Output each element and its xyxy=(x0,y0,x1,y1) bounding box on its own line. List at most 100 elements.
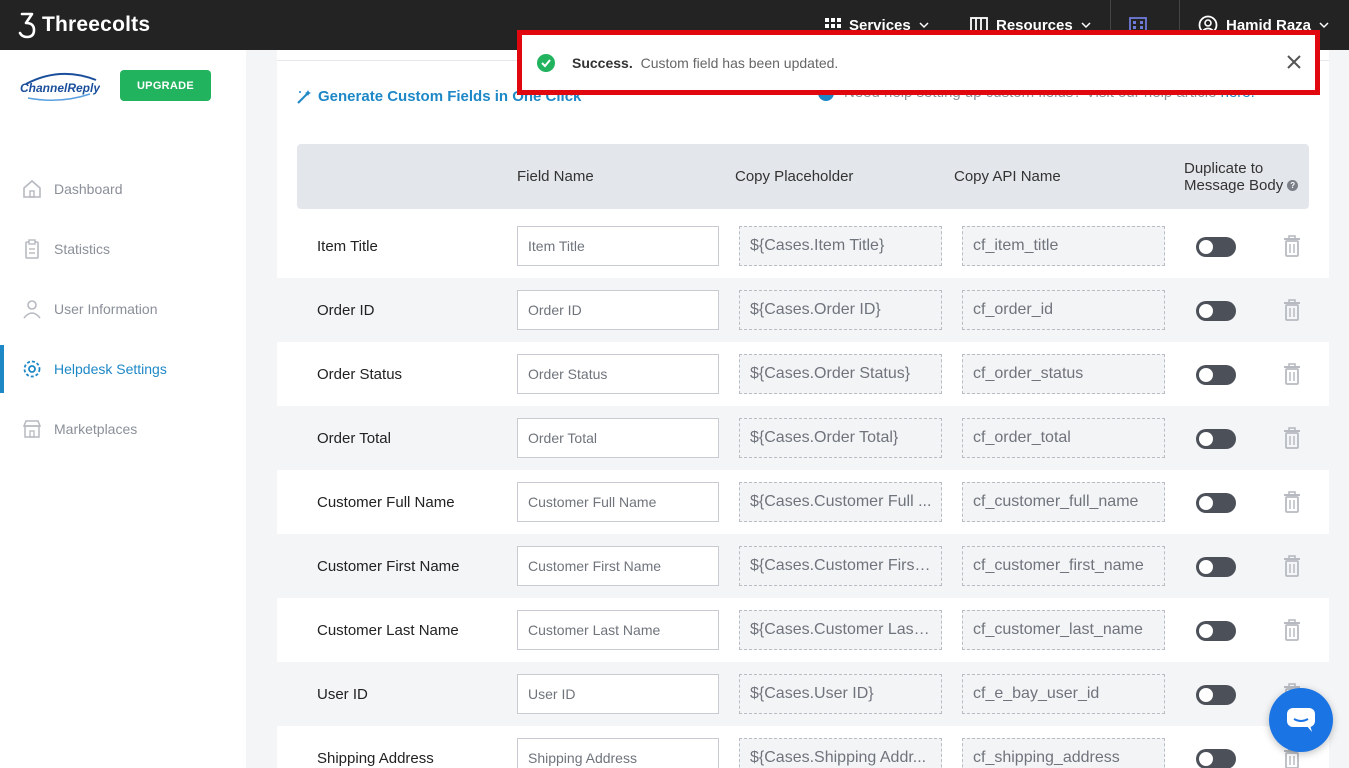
copy-placeholder-text: ${Cases.Order ID} xyxy=(750,301,881,318)
copy-api-name-box[interactable]: cf_order_status xyxy=(962,354,1165,394)
duplicate-toggle[interactable] xyxy=(1196,237,1236,257)
gear-icon xyxy=(23,360,41,378)
copy-placeholder-text: ${Cases.Order Total} xyxy=(750,429,899,446)
field-label: Customer Last Name xyxy=(317,621,459,639)
duplicate-toggle[interactable] xyxy=(1196,429,1236,449)
field-label: Order Total xyxy=(317,429,391,447)
custom-fields-panel: Generate Custom Fields in One Click Need… xyxy=(277,50,1329,768)
duplicate-toggle[interactable] xyxy=(1196,621,1236,641)
chat-button[interactable] xyxy=(1269,688,1333,752)
copy-api-name-box[interactable]: cf_order_id xyxy=(962,290,1165,330)
duplicate-toggle[interactable] xyxy=(1196,365,1236,385)
clipboard-icon xyxy=(25,239,39,259)
channelreply-logo[interactable]: ChannelReply xyxy=(20,70,100,106)
copy-api-name-box[interactable]: cf_e_bay_user_id xyxy=(962,674,1165,714)
copy-api-name-box[interactable]: cf_shipping_address xyxy=(962,738,1165,768)
duplicate-toggle[interactable] xyxy=(1196,493,1236,513)
brand[interactable]: Threecolts xyxy=(18,10,150,40)
column-header-copy-api-name: Copy API Name xyxy=(954,168,1061,185)
copy-placeholder-box[interactable]: ${Cases.Order Total} xyxy=(739,418,942,458)
duplicate-toggle[interactable] xyxy=(1196,301,1236,321)
copy-api-name-text: cf_shipping_address xyxy=(973,749,1120,766)
column-header-copy-placeholder: Copy Placeholder xyxy=(735,168,854,185)
copy-placeholder-box[interactable]: ${Cases.Order Status} xyxy=(739,354,942,394)
toast-title: Success. xyxy=(572,54,633,71)
table-row: Order Status Order Status ${Cases.Order St… xyxy=(277,342,1329,406)
sidebar-item-helpdesk-settings[interactable]: Helpdesk Settings xyxy=(0,345,246,393)
copy-placeholder-box[interactable]: ${Cases.Item Title} xyxy=(739,226,942,266)
field-label: Customer Full Name xyxy=(317,493,455,511)
sidebar-item-label: Helpdesk Settings xyxy=(54,361,167,377)
toast-message: Custom field has been updated. xyxy=(640,54,839,71)
field-name-input[interactable]: Customer Full Name xyxy=(517,482,719,522)
duplicate-header-line1: Duplicate to xyxy=(1184,159,1264,177)
trash-icon[interactable] xyxy=(1283,555,1301,577)
sidebar-item-marketplaces[interactable]: Marketplaces xyxy=(0,405,246,453)
copy-placeholder-box[interactable]: ${Cases.User ID} xyxy=(739,674,942,714)
copy-api-name-box[interactable]: cf_item_title xyxy=(962,226,1165,266)
copy-placeholder-box[interactable]: ${Cases.Order ID} xyxy=(739,290,942,330)
table-row: Shipping Address Shipping Address ${Cases.… xyxy=(277,726,1329,768)
field-name-input[interactable]: Order Total xyxy=(517,418,719,458)
field-name-input[interactable]: Shipping Address xyxy=(517,738,719,768)
copy-api-name-box[interactable]: cf_customer_last_name xyxy=(962,610,1165,650)
table-row: Order ID Order ID ${Cases.Order ID} cf_orde… xyxy=(277,278,1329,342)
copy-api-name-box[interactable]: cf_customer_first_name xyxy=(962,546,1165,586)
brand-name: Threecolts xyxy=(42,13,151,36)
sidebar-item-label: Statistics xyxy=(54,241,111,257)
copy-placeholder-box[interactable]: ${Cases.Shipping Addr... xyxy=(739,738,942,768)
field-name-input[interactable]: Order Status xyxy=(517,354,719,394)
copy-api-name-text: cf_item_title xyxy=(973,237,1059,254)
copy-api-name-box[interactable]: cf_order_total xyxy=(962,418,1165,458)
duplicate-header-line2: Message Body xyxy=(1184,176,1284,194)
trash-icon[interactable] xyxy=(1283,427,1301,449)
table-row: User ID User ID ${Cases.User ID} cf_e_bay_u… xyxy=(277,662,1329,726)
chat-bubble-icon xyxy=(1287,708,1315,732)
help-question-icon[interactable]: ? xyxy=(1287,180,1299,192)
copy-placeholder-text: ${Cases.User ID} xyxy=(750,685,874,702)
table-row: Customer Last Name Customer Last Name ${Ca… xyxy=(277,598,1329,662)
magic-wand-icon xyxy=(297,89,311,104)
copy-placeholder-box[interactable]: ${Cases.Customer Full ... xyxy=(739,482,942,522)
trash-icon[interactable] xyxy=(1283,299,1301,321)
sidebar-item-dashboard[interactable]: Dashboard xyxy=(0,165,246,213)
copy-placeholder-box[interactable]: ${Cases.Customer First ... xyxy=(739,546,942,586)
copy-placeholder-box[interactable]: ${Cases.Customer Last ... xyxy=(739,610,942,650)
trash-icon[interactable] xyxy=(1283,491,1301,513)
chevron-down-icon xyxy=(1081,22,1091,29)
chevron-down-icon xyxy=(919,22,929,29)
sidebar-item-user-information[interactable]: User Information xyxy=(0,285,246,333)
trash-icon[interactable] xyxy=(1283,235,1301,257)
copy-api-name-text: cf_customer_full_name xyxy=(973,493,1139,510)
close-icon[interactable] xyxy=(1285,53,1303,71)
copy-placeholder-text: ${Cases.Item Title} xyxy=(750,237,885,254)
column-header-duplicate: Duplicate to Message Body? xyxy=(1184,144,1299,209)
field-label: Shipping Address xyxy=(317,749,434,767)
sidebar-item-statistics[interactable]: Statistics xyxy=(0,225,246,273)
home-icon xyxy=(23,179,41,198)
field-name-input[interactable]: Customer First Name xyxy=(517,546,719,586)
copy-placeholder-text: ${Cases.Customer First ... xyxy=(750,557,933,574)
table-row: Customer First Name Customer First Name ${… xyxy=(277,534,1329,598)
trash-icon[interactable] xyxy=(1283,619,1301,641)
sidebar: ChannelReply UPGRADE Dashboard Statistic… xyxy=(0,50,246,768)
threecolts-logo-icon xyxy=(18,12,36,39)
upgrade-button[interactable]: UPGRADE xyxy=(120,70,211,101)
duplicate-toggle[interactable] xyxy=(1196,685,1236,705)
table-row: Customer Full Name Customer Full Name ${Ca… xyxy=(277,470,1329,534)
sidebar-item-label: Dashboard xyxy=(54,181,123,197)
field-name-input[interactable]: Item Title xyxy=(517,226,719,266)
sidebar-item-label: User Information xyxy=(54,301,158,317)
duplicate-toggle[interactable] xyxy=(1196,557,1236,577)
trash-icon[interactable] xyxy=(1283,363,1301,385)
field-label: Customer First Name xyxy=(317,557,460,575)
check-circle-icon xyxy=(537,53,555,72)
success-toast: Success. Custom field has been updated. xyxy=(517,30,1320,95)
field-name-input[interactable]: Order ID xyxy=(517,290,719,330)
copy-api-name-box[interactable]: cf_customer_full_name xyxy=(962,482,1165,522)
copy-api-name-text: cf_order_id xyxy=(973,301,1054,318)
copy-placeholder-text: ${Cases.Shipping Addr... xyxy=(750,749,927,766)
duplicate-toggle[interactable] xyxy=(1196,749,1236,768)
field-name-input[interactable]: Customer Last Name xyxy=(517,610,719,650)
field-name-input[interactable]: User ID xyxy=(517,674,719,714)
